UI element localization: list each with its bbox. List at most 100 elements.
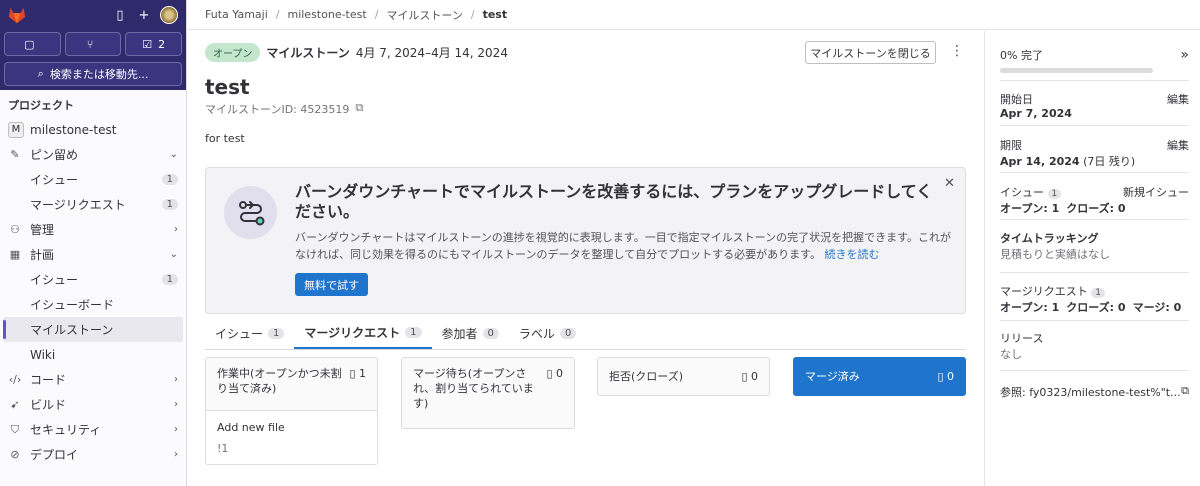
main-content: オープン マイルストーン 4月 7, 2024–4月 14, 2024 マイルス… xyxy=(188,31,985,486)
tab-issues[interactable]: イシュー 1 xyxy=(205,317,294,349)
project-avatar: M xyxy=(8,121,24,138)
sidebar-item-pinned-issues[interactable]: イシュー 1 xyxy=(0,167,186,192)
sidebar-header: ▯ + ▢ ⑂ ☑ 2 ⌕ 検索または移動先... xyxy=(0,0,186,90)
more-actions-icon[interactable]: ⋮ xyxy=(950,43,964,59)
sidebar-item-deploy[interactable]: ⊘ デプロイ › xyxy=(0,442,186,467)
close-milestone-button[interactable]: マイルストーンを閉じる xyxy=(805,41,936,64)
sidebar-item-wiki[interactable]: Wiki xyxy=(0,342,186,367)
merge-request-icon: ⑂ xyxy=(86,37,94,51)
sidebar-item-plan-issues[interactable]: イシュー 1 xyxy=(0,267,186,292)
mr-column-merged: マージ済み ▯ 0 xyxy=(793,357,966,396)
reference-text: 参照: fy0323/milestone-test%"t... xyxy=(1000,386,1181,399)
breadcrumb-project[interactable]: milestone-test xyxy=(287,8,366,21)
breadcrumb-current[interactable]: test xyxy=(483,8,508,21)
shield-icon: ⛉ xyxy=(10,422,20,436)
mr-column-waiting-merge: マージ待ち(オープンされ、割り当てられています) ▯ 0 xyxy=(401,357,575,429)
search-button[interactable]: ⌕ 検索または移動先... xyxy=(4,62,182,86)
issues-section: イシュー 1 新規イシュー オープン: 1 クローズ: 0 xyxy=(1000,184,1189,215)
count-badge: 0 xyxy=(482,327,499,339)
copy-reference-icon[interactable]: ⧉ xyxy=(1181,384,1189,400)
burndown-upgrade-alert: バーンダウンチャートでマイルストーンを改善するには、プランをアップグレードしてく… xyxy=(205,167,966,314)
users-icon: ⚇ xyxy=(10,223,20,236)
start-date-section: 開始日 編集 Apr 7, 2024 xyxy=(1000,91,1189,120)
merge-request-icon: ▯ xyxy=(937,370,944,383)
issues-count-button[interactable]: ▢ xyxy=(4,32,61,56)
read-more-link[interactable]: 続きを読む xyxy=(825,248,880,261)
sidebar-item-issue-boards[interactable]: イシューボード xyxy=(0,292,186,317)
chevron-right-icon: › xyxy=(174,374,178,385)
merge-requests-section: マージリクエスト 1 オープン: 1 クローズ: 0 マージ: 0 xyxy=(1000,285,1182,314)
alert-title: バーンダウンチャートでマイルストーンを改善するには、プランをアップグレードしてく… xyxy=(295,182,933,221)
count-badge: 1 xyxy=(1047,189,1062,199)
time-tracking-section: タイムトラッキング 見積もりと実績はなし xyxy=(1000,232,1110,261)
try-free-button[interactable]: 無料で試す xyxy=(295,273,368,296)
count-badge: 1 xyxy=(161,274,178,285)
copy-icon[interactable]: ⧉ xyxy=(355,101,363,117)
sidebar-item-manage[interactable]: ⚇ 管理 › xyxy=(0,217,186,242)
sidebar-item-security[interactable]: ⛉ セキュリティ › xyxy=(0,417,186,442)
tab-merge-requests[interactable]: マージリクエスト 1 xyxy=(294,317,432,349)
count-badge: 0 xyxy=(559,327,577,339)
mr-column-work-in-progress: 作業中(オープンかつ未割り当て済み) ▯ 1 Add new file !1 xyxy=(205,357,378,465)
due-date: Apr 14, 2024 xyxy=(1000,155,1080,168)
tab-labels[interactable]: ラベル 0 xyxy=(509,317,586,349)
todo-check-icon: ☑ xyxy=(142,37,153,51)
code-icon: ‹/› xyxy=(8,373,22,386)
edit-due-date-link[interactable]: 編集 xyxy=(1167,137,1189,153)
merge-requests-count-button[interactable]: ⑂ xyxy=(64,32,122,56)
sidebar: ▯ + ▢ ⑂ ☑ 2 ⌕ 検索または移動先... プロジェクト Mmileston… xyxy=(0,0,187,486)
tab-participants[interactable]: 参加者 0 xyxy=(432,317,509,349)
toggle-sidebar-icon[interactable]: ▯ xyxy=(108,4,132,26)
count-badge: 1 xyxy=(1091,288,1106,298)
progress-section: 0% 完了 » xyxy=(1000,47,1189,73)
page-title: test xyxy=(205,75,250,99)
chevron-right-icon: › xyxy=(174,399,178,410)
rocket-icon: ➹ xyxy=(10,398,20,411)
chevron-right-icon: › xyxy=(174,224,178,235)
releases-section: リリース なし xyxy=(1000,332,1044,361)
chevron-down-icon: ⌄ xyxy=(169,149,178,160)
count-badge: 1 xyxy=(405,326,422,338)
merge-request-icon: ▯ xyxy=(741,370,748,383)
edit-start-date-link[interactable]: 編集 xyxy=(1167,91,1189,107)
count-badge: 1 xyxy=(161,174,178,185)
sidebar-project[interactable]: Mmilestone-test xyxy=(0,117,186,142)
milestone-description: for test xyxy=(205,132,245,145)
milestone-label: マイルストーン xyxy=(266,46,350,60)
mr-reference: !1 xyxy=(217,442,229,455)
list-item[interactable]: Add new file !1 xyxy=(206,410,377,464)
sidebar-item-milestones[interactable]: マイルストーン xyxy=(3,317,183,342)
sidebar-item-plan[interactable]: ▦ 計画 ⌄ xyxy=(0,242,186,267)
breadcrumb-section[interactable]: マイルストーン xyxy=(386,7,462,23)
due-date-section: 期限 編集 Apr 14, 2024 (7日 残り) xyxy=(1000,137,1189,168)
mr-title[interactable]: Add new file xyxy=(217,421,366,434)
new-issue-link[interactable]: 新規イシュー xyxy=(1123,184,1189,200)
breadcrumb-user[interactable]: Futa Yamaji xyxy=(205,8,268,21)
progress-bar xyxy=(1000,68,1153,73)
todos-count-button[interactable]: ☑ 2 xyxy=(125,32,183,56)
due-remaining: (7日 残り) xyxy=(1083,155,1136,168)
status-badge: オープン xyxy=(205,43,261,62)
chevron-right-icon: › xyxy=(174,449,178,460)
collapse-sidebar-icon[interactable]: » xyxy=(1180,47,1189,63)
sidebar-item-code[interactable]: ‹/› コード › xyxy=(0,367,186,392)
gitlab-logo-icon[interactable] xyxy=(6,4,28,26)
progress-label: 0% 完了 xyxy=(1000,49,1043,62)
milestone-id: マイルストーンID: 4523519 ⧉ xyxy=(205,101,364,117)
issues-icon: ▢ xyxy=(24,37,35,51)
count-badge: 1 xyxy=(161,199,178,210)
deploy-icon: ⊘ xyxy=(10,448,20,461)
milestone-header: オープン マイルストーン 4月 7, 2024–4月 14, 2024 xyxy=(205,43,508,62)
search-icon: ⌕ xyxy=(37,67,44,80)
close-icon[interactable]: ✕ xyxy=(944,176,955,191)
count-badge: 1 xyxy=(268,327,285,339)
sidebar-item-build[interactable]: ➹ ビルド › xyxy=(0,392,186,417)
sidebar-item-pinned[interactable]: ✎ ピン留め ⌄ xyxy=(0,142,186,167)
create-new-icon[interactable]: + xyxy=(132,4,156,26)
chevron-right-icon: › xyxy=(174,424,178,435)
breadcrumb: Futa Yamaji / milestone-test / マイルストーン /… xyxy=(188,0,1200,30)
sidebar-item-pinned-mrs[interactable]: マージリクエスト 1 xyxy=(0,192,186,217)
chevron-down-icon: ⌄ xyxy=(169,249,178,260)
user-avatar[interactable] xyxy=(160,6,178,24)
milestone-tabs: イシュー 1 マージリクエスト 1 参加者 0 ラベル 0 xyxy=(205,317,966,350)
